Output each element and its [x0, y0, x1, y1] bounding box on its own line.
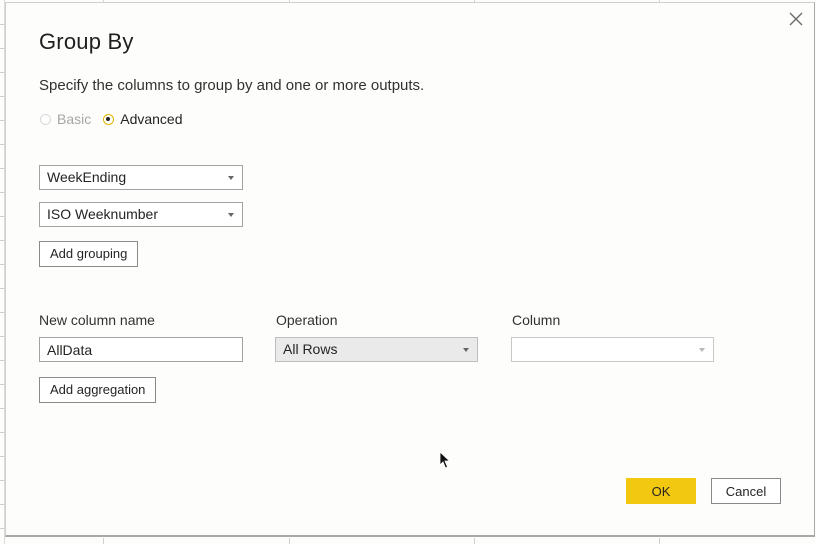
close-button[interactable]: [786, 9, 806, 29]
chevron-down-icon: [463, 348, 469, 352]
add-grouping-button[interactable]: Add grouping: [39, 241, 139, 267]
grid-line: [289, 538, 290, 544]
column-select[interactable]: [511, 337, 714, 362]
new-column-name-input[interactable]: [39, 337, 243, 362]
operation-label: Operation: [276, 312, 338, 328]
ok-button[interactable]: OK: [626, 478, 696, 504]
operation-select[interactable]: All Rows: [275, 337, 478, 362]
radio-checked-icon: [103, 113, 115, 125]
grid-line: [659, 538, 660, 544]
column-label: Column: [512, 312, 561, 328]
radio-basic[interactable]: Basic: [40, 111, 91, 127]
operation-value: All Rows: [283, 341, 338, 357]
radio-unchecked-icon: [40, 113, 51, 125]
grouping-column-value: ISO Weeknumber: [47, 206, 159, 222]
add-aggregation-button[interactable]: Add aggregation: [39, 377, 157, 403]
grid-line: [103, 538, 104, 544]
cancel-button[interactable]: Cancel: [711, 478, 781, 504]
radio-advanced-label: Advanced: [120, 111, 183, 127]
grouping-column-value: WeekEnding: [47, 169, 127, 185]
radio-advanced[interactable]: Advanced: [103, 111, 183, 127]
grouping-column-select-2[interactable]: ISO Weeknumber: [39, 202, 243, 227]
mouse-cursor-icon: [439, 451, 451, 469]
group-by-dialog: Group By Specify the columns to group by…: [5, 2, 815, 537]
radio-basic-label: Basic: [57, 111, 92, 127]
new-column-name-label: New column name: [39, 312, 155, 328]
grouping-column-select-1[interactable]: WeekEnding: [39, 165, 243, 190]
dialog-title: Group By: [39, 29, 134, 54]
mode-radio-group: Basic Advanced: [40, 111, 183, 127]
dialog-subtitle: Specify the columns to group by and one …: [39, 77, 425, 94]
chevron-down-icon: [699, 348, 705, 352]
close-icon: [789, 12, 803, 26]
chevron-down-icon: [228, 213, 234, 217]
grid-line: [474, 538, 475, 544]
chevron-down-icon: [228, 176, 234, 180]
